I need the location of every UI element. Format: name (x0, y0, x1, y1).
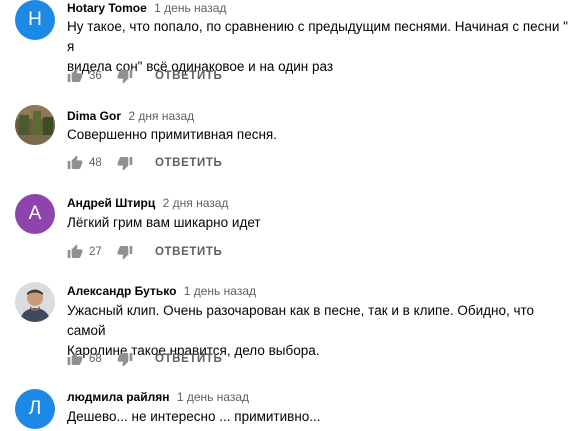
avatar[interactable] (15, 105, 55, 145)
comment-author[interactable]: Андрей Штирц (67, 196, 155, 210)
like-count: 27 (89, 246, 102, 258)
reply-button[interactable]: ОТВЕТИТЬ (155, 244, 222, 260)
avatar[interactable]: А (15, 194, 55, 234)
avatar-letter: А (28, 203, 42, 224)
comment-author[interactable]: людмила райлян (67, 390, 169, 404)
reply-button[interactable]: ОТВЕТИТЬ (155, 351, 222, 367)
avatar-letter: Л (28, 398, 42, 419)
avatar[interactable] (15, 282, 55, 322)
comment-author[interactable]: Александр Бутько (67, 284, 176, 298)
avatar-letter: H (28, 9, 42, 30)
comment-header: Hotary Tomoe 1 день назад (67, 1, 226, 15)
thumbs-down-icon[interactable] (117, 351, 133, 367)
reply-button[interactable]: ОТВЕТИТЬ (155, 155, 222, 171)
comment-header: Александр Бутько 1 день назад (67, 284, 256, 298)
comment-text: Лёгкий грим вам шикарно идет (67, 213, 572, 233)
comment-text-line: Лёгкий грим вам шикарно идет (67, 215, 261, 230)
thumbs-up-icon[interactable] (67, 68, 83, 84)
reply-button[interactable]: ОТВЕТИТЬ (155, 68, 222, 84)
comment-header: Dima Gor 2 дня назад (67, 109, 194, 123)
comment-text: Ужасный клип. Очень разочарован как в пе… (67, 301, 572, 361)
thumbs-down-icon[interactable] (117, 68, 133, 84)
thumbs-up-icon[interactable] (67, 244, 83, 260)
comment-time[interactable]: 2 дня назад (163, 196, 229, 210)
comment-text: Ну такое, что попало, по сравнению с пре… (67, 17, 572, 77)
comment-text-line: Совершенно примитивная песня. (67, 127, 277, 142)
comment-time[interactable]: 1 день назад (154, 1, 226, 15)
thumbs-down-icon[interactable] (117, 244, 133, 260)
comment-time[interactable]: 1 день назад (177, 390, 249, 404)
comment-text-line: Ужасный клип. Очень разочарован как в пе… (67, 303, 535, 338)
comment-text-line: Дешево... не интересно ... примитивно... (67, 409, 321, 424)
comment-author[interactable]: Hotary Tomoe (67, 1, 147, 15)
comment-text-line: Ну такое, что попало, по сравнению с пре… (67, 19, 568, 54)
comment-text-line: видела сон" всё одинаковое и на один раз (67, 59, 334, 74)
comment-time[interactable]: 2 дня назад (128, 109, 194, 123)
thumbs-up-icon[interactable] (67, 155, 83, 171)
comment-header: Андрей Штирц 2 дня назад (67, 196, 228, 210)
comment-time[interactable]: 1 день назад (184, 284, 256, 298)
like-count: 48 (89, 157, 102, 169)
comment-author[interactable]: Dima Gor (67, 109, 121, 123)
comment-text-line: Каролине такое нравится, дело выбора. (67, 343, 320, 358)
like-count: 36 (89, 70, 102, 82)
comment-header: людмила райлян 1 день назад (67, 390, 249, 404)
avatar[interactable]: Л (15, 389, 55, 429)
comment-text: Дешево... не интересно ... примитивно... (67, 407, 572, 427)
thumbs-up-icon[interactable] (67, 351, 83, 367)
comment-text: Совершенно примитивная песня. (67, 125, 572, 145)
thumbs-down-icon[interactable] (117, 155, 133, 171)
avatar[interactable]: H (15, 0, 55, 40)
like-count: 68 (89, 353, 102, 365)
